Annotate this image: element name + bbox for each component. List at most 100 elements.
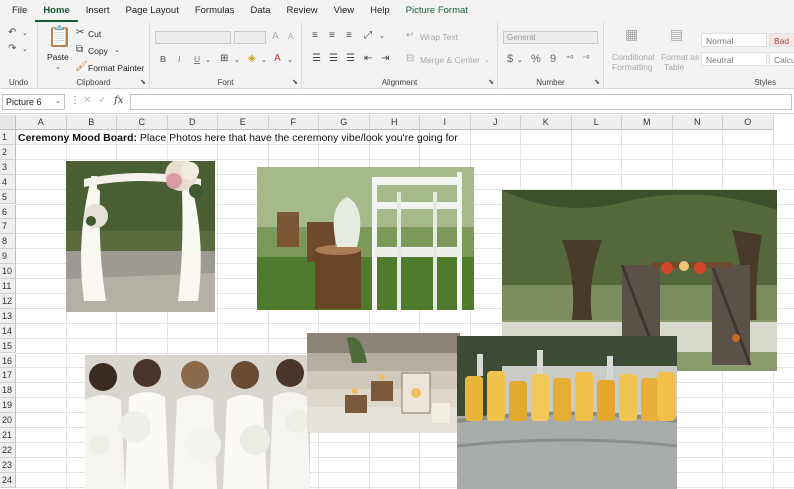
column-header[interactable]: H [369, 115, 420, 130]
tab-home[interactable]: Home [35, 0, 78, 22]
undo-dropdown-icon[interactable]: ⌄ [22, 28, 28, 40]
align-right-icon[interactable]: ☰ [346, 53, 355, 65]
clipboard-launcher-icon[interactable]: ⬊ [140, 78, 146, 86]
cancel-icon[interactable]: ✕ [83, 95, 91, 106]
photo-lantern-stairs[interactable] [307, 333, 460, 433]
bold-button[interactable]: B [160, 54, 166, 64]
cell-a1[interactable]: Ceremony Mood Board: Place Photos here t… [18, 132, 458, 144]
row-header[interactable]: 24 [0, 472, 16, 488]
increase-decimal-icon[interactable]: ⁺⁰ [566, 53, 573, 65]
decrease-decimal-icon[interactable]: ⁻⁰ [582, 53, 589, 65]
column-header[interactable]: N [672, 115, 723, 130]
cut-button[interactable]: Cut [88, 29, 101, 39]
row-header[interactable]: 23 [0, 457, 16, 473]
row-header[interactable]: 13 [0, 308, 16, 324]
row-header[interactable]: 20 [0, 413, 16, 428]
tab-view[interactable]: View [326, 0, 362, 22]
format-painter-button[interactable]: Format Painter [88, 63, 144, 73]
fill-color-icon[interactable]: ◈ [248, 53, 256, 65]
borders-icon[interactable]: ⊞ [220, 53, 228, 65]
grow-font-button[interactable]: A [272, 31, 279, 42]
merge-center-button[interactable]: Merge & Center [420, 55, 480, 65]
row-header[interactable]: 17 [0, 368, 16, 384]
select-all-corner[interactable] [0, 115, 16, 130]
row-header[interactable]: 14 [0, 323, 16, 339]
currency-dropdown-icon[interactable]: ⌄ [517, 55, 523, 67]
increase-indent-icon[interactable]: ⇥ [381, 53, 389, 65]
paste-icon[interactable]: 📋 [47, 26, 72, 48]
column-header[interactable]: L [571, 115, 622, 130]
photo-bridesmaids[interactable] [85, 355, 310, 489]
column-header[interactable]: D [167, 115, 218, 130]
row-header[interactable]: 12 [0, 293, 16, 309]
copy-icon[interactable]: ⧉ [76, 44, 83, 56]
paste-button[interactable]: Paste [47, 52, 69, 62]
wrap-text-icon[interactable]: ↵ [406, 30, 414, 42]
borders-dropdown-icon[interactable]: ⌄ [234, 55, 240, 67]
tab-review[interactable]: Review [279, 0, 326, 22]
orientation-icon[interactable]: ⤢ [364, 30, 372, 42]
number-format-select[interactable]: General [503, 31, 598, 44]
percent-button[interactable]: % [531, 53, 541, 65]
copy-dropdown-icon[interactable]: ⌄ [114, 45, 120, 57]
worksheet-grid[interactable]: A B C D E F G H I J K L M N O 1 2 3 4 5 6 7 8 9 10 11 12 13 14 15 16 17… [0, 115, 794, 489]
format-painter-icon[interactable]: 🖌 [75, 61, 88, 73]
row-header[interactable]: 7 [0, 219, 16, 235]
font-launcher-icon[interactable]: ⬊ [292, 78, 298, 86]
photo-bottle-bucket[interactable] [457, 336, 677, 489]
undo-icon[interactable]: ↶ [8, 27, 16, 39]
underline-dropdown-icon[interactable]: ⌄ [205, 55, 211, 67]
style-bad[interactable]: Bad [769, 33, 794, 47]
row-header[interactable]: 11 [0, 279, 16, 294]
underline-button[interactable]: U [194, 54, 200, 64]
shrink-font-button[interactable]: A [288, 32, 293, 41]
column-header[interactable]: I [420, 115, 471, 130]
formula-bar-options-icon[interactable]: ⋮ [70, 95, 80, 106]
column-header[interactable]: K [521, 115, 572, 130]
column-header[interactable]: M [622, 115, 673, 130]
row-header[interactable]: 3 [0, 159, 16, 175]
column-header[interactable]: A [16, 115, 67, 130]
column-header[interactable]: E [218, 115, 269, 130]
row-header[interactable]: 10 [0, 264, 16, 279]
merge-center-icon[interactable]: ⊟ [406, 53, 414, 65]
conditional-formatting-icon[interactable]: ▦ [625, 27, 638, 41]
row-header[interactable]: 2 [0, 144, 16, 160]
decrease-indent-icon[interactable]: ⇤ [364, 53, 372, 65]
number-launcher-icon[interactable]: ⬊ [594, 78, 600, 86]
enter-icon[interactable]: ✓ [98, 95, 106, 106]
redo-dropdown-icon[interactable]: ⌄ [22, 44, 28, 56]
align-left-icon[interactable]: ☰ [312, 53, 321, 65]
row-header[interactable]: 1 [0, 130, 16, 145]
row-header[interactable]: 6 [0, 204, 16, 220]
merge-dropdown-icon[interactable]: ⌄ [484, 55, 490, 67]
row-header[interactable]: 21 [0, 428, 16, 443]
column-header[interactable]: F [268, 115, 319, 130]
align-center-icon[interactable]: ☰ [329, 53, 338, 65]
cut-icon[interactable]: ✂ [76, 27, 84, 39]
row-header[interactable]: 4 [0, 174, 16, 190]
wrap-text-button[interactable]: Wrap Text [420, 32, 458, 42]
align-bottom-icon[interactable]: ≡ [346, 30, 352, 42]
column-header[interactable]: G [319, 115, 370, 130]
tab-page-layout[interactable]: Page Layout [117, 0, 186, 22]
tab-formulas[interactable]: Formulas [187, 0, 243, 22]
photo-floral-arch[interactable] [66, 161, 215, 312]
currency-button[interactable]: $ [507, 53, 513, 65]
paste-dropdown-icon[interactable]: ⌄ [55, 62, 61, 74]
font-color-icon[interactable]: A [274, 53, 281, 65]
insert-function-icon[interactable]: fx [114, 95, 123, 106]
alignment-launcher-icon[interactable]: ⬊ [488, 78, 494, 86]
redo-icon[interactable]: ↷ [8, 43, 16, 55]
fill-color-dropdown-icon[interactable]: ⌄ [261, 55, 267, 67]
align-top-icon[interactable]: ≡ [312, 30, 318, 42]
tab-insert[interactable]: Insert [78, 0, 118, 22]
font-color-dropdown-icon[interactable]: ⌄ [287, 55, 293, 67]
style-neutral[interactable]: Neutral [701, 52, 767, 66]
name-box[interactable]: Picture 6 ⌄ [2, 94, 65, 110]
column-header[interactable]: J [470, 115, 521, 130]
font-size-select[interactable] [234, 31, 266, 44]
row-header[interactable]: 15 [0, 338, 16, 354]
comma-button[interactable]: 9 [550, 53, 556, 65]
tab-help[interactable]: Help [362, 0, 398, 22]
